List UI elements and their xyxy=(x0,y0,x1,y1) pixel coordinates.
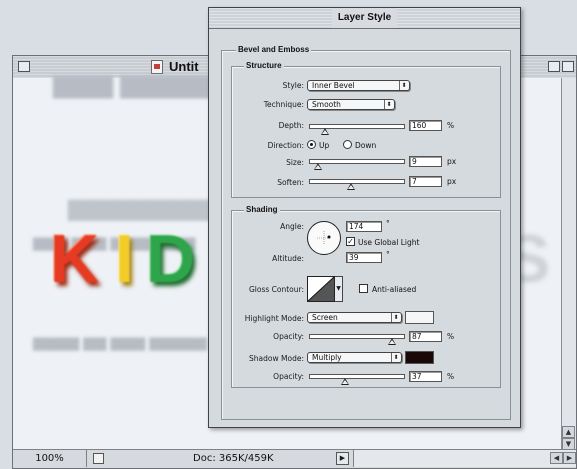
shadow-opacity-slider[interactable] xyxy=(309,374,405,385)
horizontal-scrollbar[interactable]: ◀ ▶ xyxy=(353,450,576,467)
soften-slider[interactable] xyxy=(309,179,405,190)
technique-popup[interactable]: Smooth ⬍ xyxy=(307,99,395,110)
size-unit: px xyxy=(447,157,457,166)
shadow-color-swatch[interactable] xyxy=(405,351,434,364)
close-box-icon[interactable] xyxy=(18,61,30,72)
angle-field[interactable]: 174 xyxy=(346,221,382,232)
status-bar: 100% Doc: 365K/459K ▶ ◀ ▶ xyxy=(13,449,576,468)
background-blur-text: ▆▆▆ ▆▆▆▆▆ xyxy=(53,68,221,98)
slider-thumb-icon[interactable] xyxy=(347,183,356,190)
shadow-mode-label: Shadow Mode: xyxy=(249,354,304,363)
style-label: Style: xyxy=(282,81,304,90)
zoom-level[interactable]: 100% xyxy=(13,450,87,467)
background-blur-text: ▆▆▆▆ ▆▆ ▆▆▆ ▆▆▆▆▆ xyxy=(33,334,208,351)
shadow-mode-popup[interactable]: Multiply ⬍ xyxy=(307,352,402,363)
chevron-updown-icon: ⬍ xyxy=(391,313,400,322)
highlight-opacity-unit: % xyxy=(447,332,455,341)
depth-field[interactable]: 160 xyxy=(409,120,442,131)
scroll-left-icon[interactable]: ◀ xyxy=(550,452,563,464)
size-field[interactable]: 9 xyxy=(409,156,442,167)
info-menu-arrow-icon[interactable]: ▶ xyxy=(336,452,349,465)
shadow-opacity-label: Opacity: xyxy=(273,372,304,381)
highlight-mode-popup[interactable]: Screen ⬍ xyxy=(307,312,402,323)
angle-dial[interactable] xyxy=(307,221,341,255)
direction-down-radio[interactable] xyxy=(343,140,352,149)
shading-label: Shading xyxy=(244,205,280,214)
artwork-letter: K xyxy=(50,221,100,297)
shadow-opacity-field[interactable]: 37 xyxy=(409,371,442,382)
use-global-light-checkbox[interactable]: ✓ xyxy=(346,237,355,246)
direction-up-label: Up xyxy=(319,141,330,150)
shadow-opacity-unit: % xyxy=(447,372,455,381)
style-value: Inner Bevel xyxy=(312,81,355,90)
artwork-letter: D xyxy=(146,221,196,297)
dialog-title: Layer Style xyxy=(331,8,398,28)
altitude-unit: ° xyxy=(386,250,390,259)
dialog-titlebar[interactable]: Layer Style xyxy=(209,8,520,29)
soften-unit: px xyxy=(447,177,457,186)
shadow-mode-value: Multiply xyxy=(312,353,342,362)
structure-label: Structure xyxy=(244,61,284,70)
anti-aliased-label: Anti-aliased xyxy=(372,285,417,294)
technique-label: Technique: xyxy=(263,100,304,109)
angle-label: Angle: xyxy=(280,222,304,231)
artwork-letter: I xyxy=(115,221,134,297)
document-preview-icon[interactable] xyxy=(93,453,104,464)
size-label: Size: xyxy=(286,158,304,167)
angle-unit: ° xyxy=(386,219,390,228)
chevron-updown-icon: ⬍ xyxy=(399,81,408,90)
size-slider[interactable] xyxy=(309,159,405,170)
scroll-right-icon[interactable]: ▶ xyxy=(563,452,576,464)
use-global-light-label: Use Global Light xyxy=(358,238,420,247)
document-info: Doc: 365K/459K xyxy=(193,453,274,464)
layer-style-dialog: Layer Style Bevel and Emboss Structure S… xyxy=(208,7,521,428)
chevron-updown-icon: ⬍ xyxy=(391,353,400,362)
technique-value: Smooth xyxy=(312,100,341,109)
direction-label: Direction: xyxy=(267,141,304,150)
highlight-opacity-label: Opacity: xyxy=(273,332,304,341)
altitude-field[interactable]: 39 xyxy=(346,252,382,263)
highlight-mode-value: Screen xyxy=(312,313,338,322)
highlight-mode-label: Highlight Mode: xyxy=(244,314,304,323)
soften-label: Soften: xyxy=(277,178,304,187)
depth-label: Depth: xyxy=(278,121,304,130)
soften-field[interactable]: 7 xyxy=(409,176,442,187)
scroll-up-icon[interactable]: ▲ xyxy=(562,426,575,438)
gloss-contour-swatch[interactable] xyxy=(307,276,335,302)
collapse-box-icon[interactable] xyxy=(562,61,574,72)
depth-unit: % xyxy=(447,121,455,130)
altitude-label: Altitude: xyxy=(272,254,304,263)
direction-down-label: Down xyxy=(355,141,377,150)
gloss-contour-label: Gloss Contour: xyxy=(248,285,304,294)
highlight-opacity-slider[interactable] xyxy=(309,334,405,345)
contour-curve-icon xyxy=(308,277,334,301)
highlight-opacity-field[interactable]: 87 xyxy=(409,331,442,342)
section-title: Bevel and Emboss xyxy=(236,45,312,54)
chevron-updown-icon: ⬍ xyxy=(384,100,393,109)
zoom-box-icon[interactable] xyxy=(548,61,560,72)
vertical-scrollbar[interactable]: ▲ ▼ xyxy=(561,78,576,450)
contour-dropdown-icon[interactable]: ▼ xyxy=(335,276,343,302)
depth-slider[interactable] xyxy=(309,124,405,135)
slider-thumb-icon[interactable] xyxy=(314,163,323,170)
slider-thumb-icon[interactable] xyxy=(387,338,396,345)
angle-crosshair-icon xyxy=(317,231,331,245)
anti-aliased-checkbox[interactable] xyxy=(359,284,368,293)
style-popup[interactable]: Inner Bevel ⬍ xyxy=(307,80,410,91)
slider-thumb-icon[interactable] xyxy=(321,128,330,135)
highlight-color-swatch[interactable] xyxy=(405,311,434,324)
direction-up-radio[interactable] xyxy=(307,140,316,149)
slider-thumb-icon[interactable] xyxy=(340,378,349,385)
